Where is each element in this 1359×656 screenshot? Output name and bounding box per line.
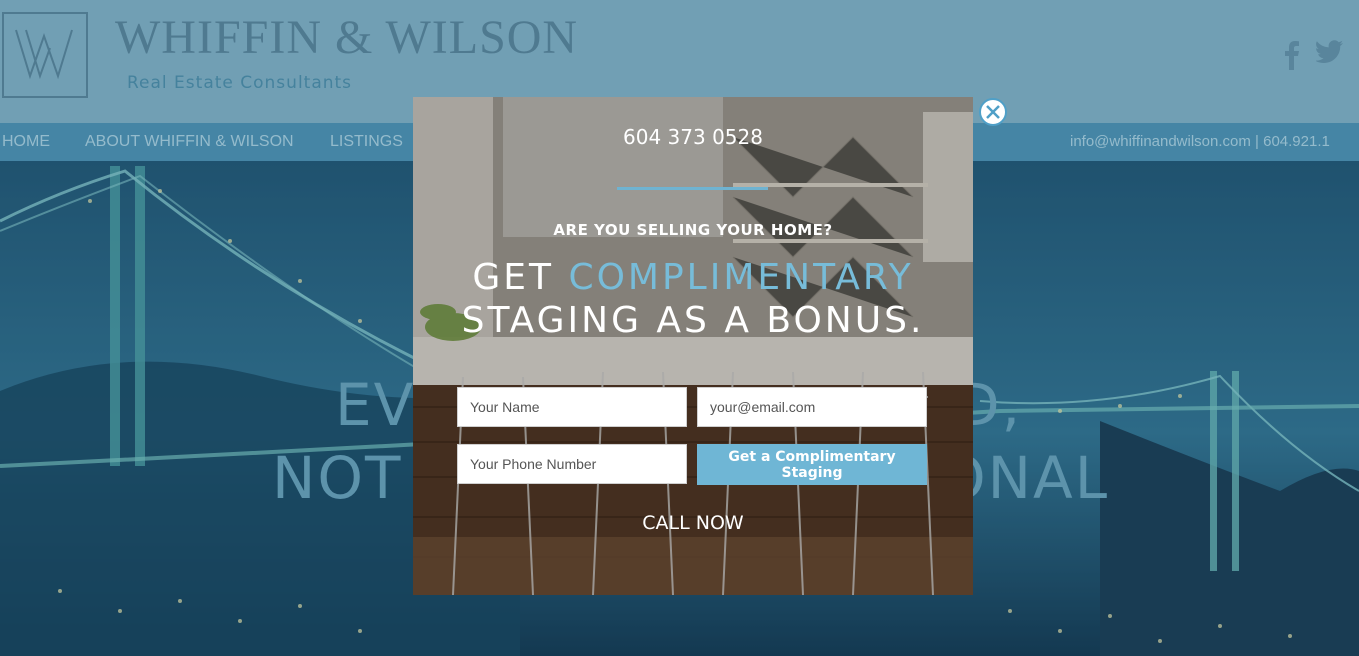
nav-home[interactable]: HOME <box>2 133 50 151</box>
popup-headline-line-2: STAGING AS A BONUS. <box>461 300 925 341</box>
brand-tagline: Real Estate Consultants <box>127 73 353 93</box>
brand-name: WHIFFIN & WILSON <box>115 11 579 64</box>
popup-phone-number[interactable]: 604 373 0528 <box>413 125 973 149</box>
email-input[interactable] <box>697 387 927 427</box>
name-input[interactable] <box>457 387 687 427</box>
logo-mark-icon <box>15 29 73 80</box>
nav-contact-info[interactable]: info@whiffinandwilson.com | 604.921.1 <box>1070 133 1330 150</box>
popup-headline-line-1: GET COMPLIMENTARY <box>413 257 973 298</box>
logo[interactable] <box>2 12 88 98</box>
popup-divider <box>617 187 768 190</box>
phone-input[interactable] <box>457 444 687 484</box>
staging-popup: 604 373 0528 ARE YOU SELLING YOUR HOME? … <box>413 97 973 595</box>
close-icon <box>986 105 1000 119</box>
nav-listings[interactable]: LISTINGS <box>330 133 403 151</box>
facebook-icon[interactable] <box>1284 40 1300 75</box>
twitter-icon[interactable] <box>1315 40 1344 69</box>
close-popup-button[interactable] <box>979 98 1007 126</box>
nav-about[interactable]: ABOUT WHIFFIN & WILSON <box>85 133 294 151</box>
headline-accent: COMPLIMENTARY <box>568 257 914 298</box>
get-staging-button[interactable]: Get a Complimentary Staging <box>697 444 927 485</box>
call-now-link[interactable]: CALL NOW <box>413 512 973 534</box>
headline-get: GET <box>472 257 569 298</box>
popup-question: ARE YOU SELLING YOUR HOME? <box>553 221 833 239</box>
